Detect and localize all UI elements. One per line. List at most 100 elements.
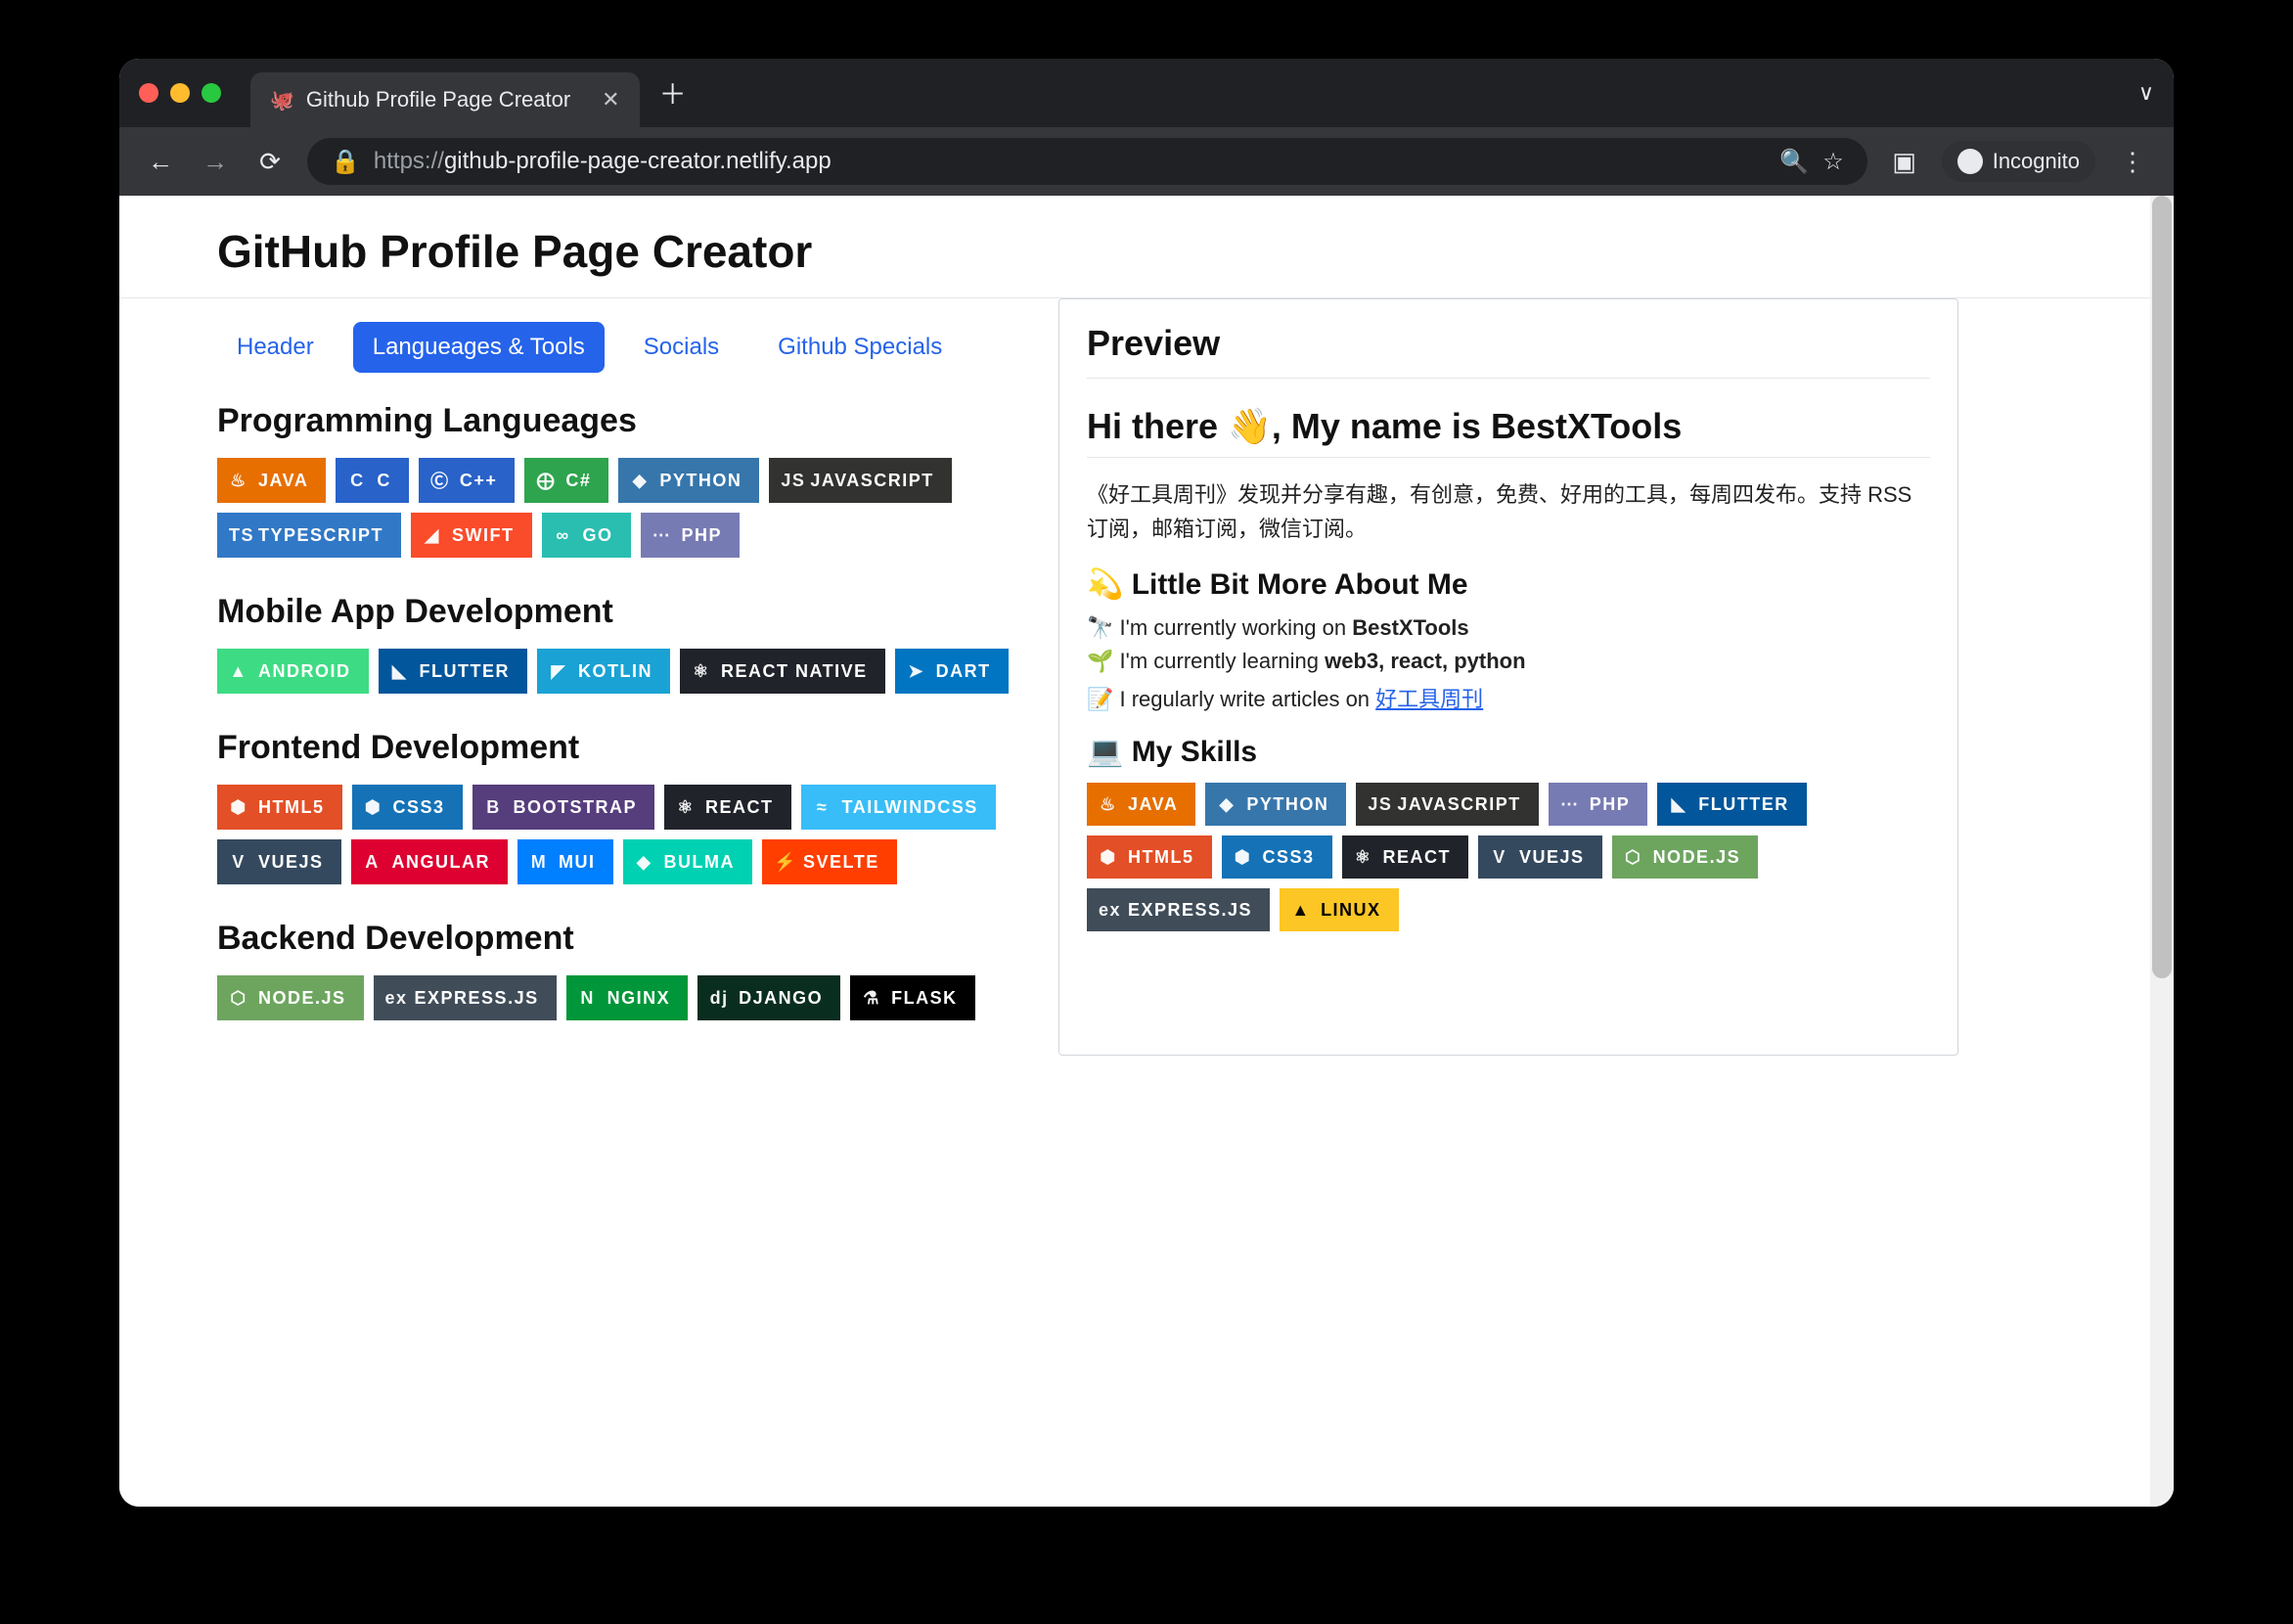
- scrollbar[interactable]: [2150, 196, 2174, 1507]
- badge-icon: ⨁: [536, 471, 556, 491]
- badge-go[interactable]: ∞GO: [542, 513, 631, 558]
- back-button[interactable]: ←: [143, 147, 178, 177]
- badge-icon: ⋯: [1560, 794, 1580, 815]
- section-backend-development: Backend Development⬡NODE.JSexEXPRESS.JSN…: [217, 920, 1039, 1020]
- badge-label: GO: [583, 525, 613, 546]
- badge-mui[interactable]: MMUI: [517, 839, 613, 884]
- badge-svelte[interactable]: ⚡SVELTE: [762, 839, 897, 884]
- page-header: GitHub Profile Page Creator: [119, 196, 2174, 298]
- preview-greeting: Hi there 👋, My name is BestXTools: [1087, 406, 1930, 458]
- badge-icon: ♨: [1099, 794, 1118, 815]
- editor-panel: Header Langueages & Tools Socials Github Sp…: [217, 298, 1039, 1056]
- badge-label: SVELTE: [803, 852, 879, 873]
- badge-icon: ex: [1099, 900, 1118, 921]
- badge-icon: ▲: [1291, 900, 1311, 921]
- badge-label: REACT NATIVE: [721, 661, 868, 682]
- tab-github-specials[interactable]: Github Specials: [758, 322, 962, 373]
- section-title: Backend Development: [217, 920, 1039, 958]
- preview-skills-list: ♨JAVA◆PYTHONJSJAVASCRIPT⋯PHP◣FLUTTER⬢HTM…: [1087, 783, 1930, 931]
- scrollbar-thumb[interactable]: [2152, 196, 2172, 978]
- skill-badge-node-js: ⬡NODE.JS: [1612, 835, 1759, 879]
- badge-swift[interactable]: ◢SWIFT: [411, 513, 532, 558]
- badge-list: ▲ANDROID◣FLUTTER◤KOTLIN ⚛ REACT NATIVE ➤DAR…: [217, 649, 1039, 694]
- page-content: GitHub Profile Page Creator Header Langue…: [119, 196, 2174, 1507]
- badge-label: NODE.JS: [258, 988, 346, 1009]
- badge-react-native[interactable]: ⚛ REACT NATIVE: [680, 649, 885, 694]
- badge-express-js[interactable]: exEXPRESS.JS: [374, 975, 557, 1020]
- badge-icon: ◤: [549, 661, 568, 682]
- badge-kotlin[interactable]: ◤KOTLIN: [537, 649, 670, 694]
- badge-tailwindcss[interactable]: ≈TAILWINDCSS: [801, 785, 996, 830]
- badge-java[interactable]: ♨JAVA: [217, 458, 326, 503]
- tab-socials[interactable]: Socials: [624, 322, 739, 373]
- preview-description: 《好工具周刊》发现并分享有趣，有创意，免费、好用的工具，每周四发布。支持 RSS…: [1087, 477, 1930, 546]
- badge-c-[interactable]: ⨁C#: [524, 458, 608, 503]
- tab-header[interactable]: Header: [217, 322, 334, 373]
- badge-vuejs[interactable]: VVUEJS: [217, 839, 341, 884]
- badge-label: HTML5: [258, 797, 325, 818]
- badge-label: TYPESCRIPT: [258, 525, 383, 546]
- side-panel-icon[interactable]: ▣: [1887, 147, 1922, 177]
- badge-icon: ⚛: [676, 797, 696, 818]
- badge-list: ⬡NODE.JSexEXPRESS.JSNNGINXdjDJANGO⚗FLASK: [217, 975, 1039, 1020]
- close-window-button[interactable]: [139, 83, 158, 103]
- badge-php[interactable]: ⋯PHP: [641, 513, 741, 558]
- badge-icon: ⬢: [1234, 847, 1253, 868]
- browser-tab[interactable]: 🐙 Github Profile Page Creator ✕: [250, 72, 640, 127]
- badge-typescript[interactable]: TS TYPESCRIPT: [217, 513, 401, 558]
- badge-bulma[interactable]: ◆BULMA: [623, 839, 753, 884]
- minimize-window-button[interactable]: [170, 83, 190, 103]
- badge-icon: ⬢: [1099, 847, 1118, 868]
- close-tab-icon[interactable]: ✕: [602, 87, 619, 113]
- badge-label: EXPRESS.JS: [415, 988, 539, 1009]
- badge-label: ANGULAR: [392, 852, 491, 873]
- badge-icon: B: [484, 797, 504, 818]
- badge-angular[interactable]: A ANGULAR: [351, 839, 509, 884]
- badge-html5[interactable]: ⬢HTML5: [217, 785, 342, 830]
- forward-button[interactable]: →: [198, 147, 233, 177]
- incognito-badge[interactable]: Incognito: [1942, 141, 2095, 182]
- bookmark-icon[interactable]: ☆: [1822, 148, 1844, 176]
- section-mobile-app-development: Mobile App Development▲ANDROID◣FLUTTER◤K…: [217, 593, 1039, 694]
- badge-c[interactable]: CC: [336, 458, 409, 503]
- badge-android[interactable]: ▲ANDROID: [217, 649, 369, 694]
- reload-button[interactable]: ⟳: [252, 147, 288, 177]
- skill-badge-express-js: exEXPRESS.JS: [1087, 888, 1270, 931]
- new-tab-button[interactable]: ＋: [659, 73, 687, 113]
- badge-list: ⬢HTML5⬢CSS3BBOOTSTRAP⚛REACT≈TAILWINDCSS V…: [217, 785, 1039, 884]
- badge-icon: Ⓒ: [430, 468, 450, 493]
- tab-langueages-tools[interactable]: Langueages & Tools: [353, 322, 605, 373]
- window-menu-icon[interactable]: ∨: [2138, 80, 2154, 106]
- badge-label: C: [377, 471, 391, 491]
- titlebar: 🐙 Github Profile Page Creator ✕ ＋ ∨: [119, 59, 2174, 127]
- url-bar[interactable]: 🔒 https://github-profile-page-creator.ne…: [307, 138, 1867, 185]
- badge-nginx[interactable]: NNGINX: [566, 975, 689, 1020]
- badge-c-[interactable]: ⒸC++: [419, 458, 516, 503]
- maximize-window-button[interactable]: [202, 83, 221, 103]
- badge-icon: ⚛: [692, 661, 711, 682]
- preview-panel: Preview Hi there 👋, My name is BestXTool…: [1058, 298, 1958, 1056]
- badge-label: REACT: [1383, 847, 1452, 868]
- browser-menu-icon[interactable]: ⋮: [2115, 147, 2150, 177]
- badge-icon: ▲: [229, 661, 248, 682]
- badge-icon: TS: [229, 525, 248, 546]
- badge-flutter[interactable]: ◣FLUTTER: [379, 649, 527, 694]
- badge-icon: dj: [709, 988, 729, 1009]
- badge-bootstrap[interactable]: BBOOTSTRAP: [472, 785, 655, 830]
- badge-icon: A: [363, 852, 382, 873]
- badge-django[interactable]: djDJANGO: [697, 975, 840, 1020]
- badge-react[interactable]: ⚛REACT: [664, 785, 791, 830]
- section-frontend-development: Frontend Development⬢HTML5⬢CSS3BBOOTSTRA…: [217, 729, 1039, 884]
- zoom-icon[interactable]: 🔍: [1779, 148, 1809, 176]
- badge-python[interactable]: ◆PYTHON: [618, 458, 759, 503]
- page-title: GitHub Profile Page Creator: [217, 225, 2076, 278]
- badge-dart[interactable]: ➤DART: [895, 649, 1009, 694]
- badge-css3[interactable]: ⬢CSS3: [352, 785, 463, 830]
- badge-flask[interactable]: ⚗FLASK: [850, 975, 975, 1020]
- badge-javascript[interactable]: JSJAVASCRIPT: [769, 458, 951, 503]
- badge-node-js[interactable]: ⬡NODE.JS: [217, 975, 364, 1020]
- article-link[interactable]: 好工具周刊: [1375, 687, 1483, 711]
- skill-badge-php: ⋯PHP: [1549, 783, 1648, 826]
- favicon-icon: 🐙: [270, 88, 294, 113]
- preview-about-heading: 💫 Little Bit More About Me: [1087, 567, 1930, 602]
